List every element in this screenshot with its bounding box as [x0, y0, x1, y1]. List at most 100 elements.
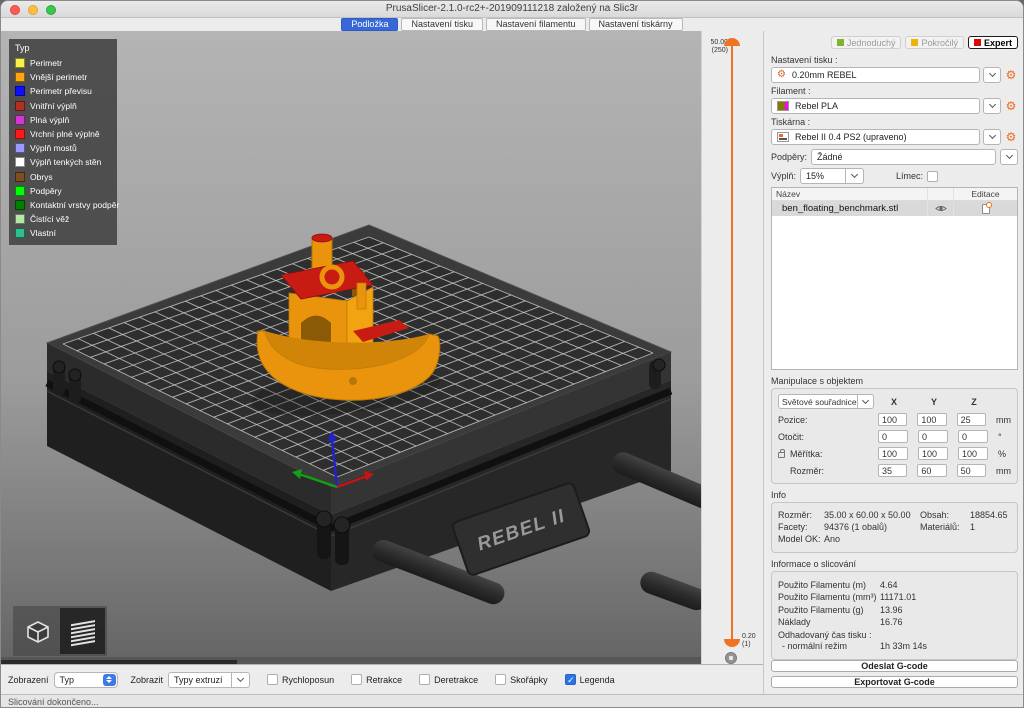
unretractions-checkbox[interactable]	[419, 674, 430, 685]
object-name: ben_floating_benchmark.stl	[772, 203, 927, 214]
mode-expert-button[interactable]: Expert	[968, 36, 1018, 49]
infill-dropdown-button[interactable]	[846, 168, 864, 184]
filament-label: Filament :	[771, 86, 1018, 96]
size-x-input[interactable]: 35	[878, 464, 907, 477]
printer-icon	[777, 132, 789, 142]
size-y-input[interactable]: 60	[917, 464, 946, 477]
rotate-x-input[interactable]: 0	[878, 430, 908, 443]
position-z-input[interactable]: 25	[957, 413, 986, 426]
color-swatch	[15, 58, 25, 68]
info-volume-value: 18854.65	[970, 510, 1011, 520]
print-settings-edit-button[interactable]: ⚙	[1004, 68, 1018, 82]
one-layer-mode-button[interactable]	[725, 652, 737, 664]
export-gcode-button[interactable]: Exportovat G-code	[771, 676, 1018, 688]
mode-advanced-icon	[911, 39, 918, 46]
object-row[interactable]: ben_floating_benchmark.stl	[772, 201, 1017, 216]
legend-checkbox[interactable]	[565, 674, 576, 685]
info-size-value: 35.00 x 60.00 x 50.00	[824, 510, 920, 520]
printer-edit-button[interactable]: ⚙	[1004, 130, 1018, 144]
printer-label: Tiskárna :	[771, 117, 1018, 127]
color-swatch	[15, 86, 25, 96]
mode-simple-button[interactable]: Jednoduchý	[831, 36, 902, 49]
rotate-y-input[interactable]: 0	[918, 430, 948, 443]
minimize-button[interactable]	[28, 5, 38, 15]
legend-toggle[interactable]: Legenda	[565, 674, 615, 685]
legend-title: Typ	[15, 43, 113, 53]
printer-dropdown-button[interactable]	[983, 129, 1001, 145]
chevron-down-icon	[988, 132, 995, 139]
scale-y-input[interactable]: 100	[918, 447, 948, 460]
tab-filament-settings[interactable]: Nastavení filamentu	[486, 18, 586, 31]
mode-advanced-button[interactable]: Pokročilý	[905, 36, 964, 49]
eye-icon[interactable]	[935, 204, 947, 213]
layer-slider-lower-handle[interactable]	[724, 639, 740, 647]
legend-item: Plná výplň	[15, 113, 113, 127]
layers-icon	[67, 615, 99, 647]
legend-item: Perimetr	[15, 56, 113, 70]
shells-toggle[interactable]: Skořápky	[495, 674, 548, 685]
tab-printer-settings[interactable]: Nastavení tiskárny	[589, 18, 683, 31]
send-gcode-button[interactable]: Odeslat G-code	[771, 660, 1018, 672]
position-y-input[interactable]: 100	[917, 413, 946, 426]
coordinate-system-select[interactable]: Světové souřadnice	[778, 394, 858, 409]
color-swatch	[15, 228, 25, 238]
retractions-toggle[interactable]: Retrakce	[351, 674, 402, 685]
brim-label: Límec:	[896, 171, 923, 181]
filament-dropdown-button[interactable]	[983, 98, 1001, 114]
viewport-3d[interactable]: REBEL II Typ Perimetr Vnější perimetr Pe…	[1, 31, 701, 664]
sidebar: Jednoduchý Pokročilý Expert Nastavení ti…	[763, 31, 1024, 694]
position-x-input[interactable]: 100	[878, 413, 907, 426]
scale-z-input[interactable]: 100	[958, 447, 988, 460]
preview-toolbar: Zobrazení Typ Zobrazit Typy extruzí Rych…	[1, 664, 763, 694]
select-stepper-icon	[103, 674, 116, 686]
column-visibility	[927, 188, 953, 200]
rotate-z-input[interactable]: 0	[958, 430, 988, 443]
status-text: Slicování dokončeno...	[8, 697, 99, 707]
tab-print-settings[interactable]: Nastavení tisku	[401, 18, 483, 31]
view-select[interactable]: Typ	[54, 672, 118, 688]
chevron-down-icon	[862, 396, 869, 403]
chevron-down-icon	[1005, 152, 1012, 159]
feature-dropdown-button[interactable]	[232, 672, 250, 688]
legend-item: Výplň mostů	[15, 141, 113, 155]
color-swatch	[15, 101, 25, 111]
print-settings-combo[interactable]: ⚙ 0.20mm REBEL	[771, 67, 980, 83]
chevron-down-icon	[988, 101, 995, 108]
size-z-input[interactable]: 50	[957, 464, 986, 477]
supports-dropdown-button[interactable]	[1000, 149, 1018, 165]
supports-label: Podpěry:	[771, 152, 807, 162]
coordinate-system-dropdown-button[interactable]	[858, 394, 874, 409]
legend-item: Kontaktní vrstvy podpěr	[15, 198, 113, 212]
travel-toggle[interactable]: Rychloposun	[267, 674, 334, 685]
supports-combo[interactable]: Žádné	[811, 149, 996, 165]
close-button[interactable]	[10, 5, 20, 15]
editor-view-button[interactable]	[15, 608, 60, 654]
feature-select[interactable]: Typy extruzí	[168, 672, 232, 688]
zoom-button[interactable]	[46, 5, 56, 15]
info-title: Info	[771, 490, 1018, 500]
unretractions-toggle[interactable]: Deretrakce	[419, 674, 478, 685]
size-label: Rozměr:	[790, 466, 824, 476]
main-tabs: Podložka Nastavení tisku Nastavení filam…	[1, 18, 1023, 31]
sliced-info-title: Informace o slicování	[771, 559, 1018, 569]
travel-checkbox[interactable]	[267, 674, 278, 685]
legend-item: Výplň tenkých stěn	[15, 155, 113, 169]
tab-plater[interactable]: Podložka	[341, 18, 398, 31]
title-bar: PrusaSlicer-2.1.0-rc2+-201909111218 zalo…	[1, 1, 1023, 18]
layer-slider-upper-handle[interactable]	[724, 38, 740, 46]
uniform-scale-lock-icon[interactable]	[778, 452, 785, 458]
scale-x-input[interactable]: 100	[878, 447, 908, 460]
app-window: PrusaSlicer-2.1.0-rc2+-201909111218 zalo…	[0, 0, 1024, 708]
print-settings-dropdown-button[interactable]	[983, 67, 1001, 83]
retractions-checkbox[interactable]	[351, 674, 362, 685]
shells-checkbox[interactable]	[495, 674, 506, 685]
brim-checkbox[interactable]	[927, 171, 938, 182]
filament-edit-button[interactable]: ⚙	[1004, 99, 1018, 113]
infill-combo[interactable]: 15%	[800, 168, 864, 184]
layer-slider-track[interactable]	[731, 45, 733, 641]
printer-combo[interactable]: Rebel II 0.4 PS2 (upraveno)	[771, 129, 980, 145]
edit-object-icon[interactable]	[982, 204, 990, 214]
filament-g-value: 13.96	[880, 605, 1011, 615]
preview-view-button[interactable]	[60, 608, 105, 654]
filament-combo[interactable]: Rebel PLA	[771, 98, 980, 114]
